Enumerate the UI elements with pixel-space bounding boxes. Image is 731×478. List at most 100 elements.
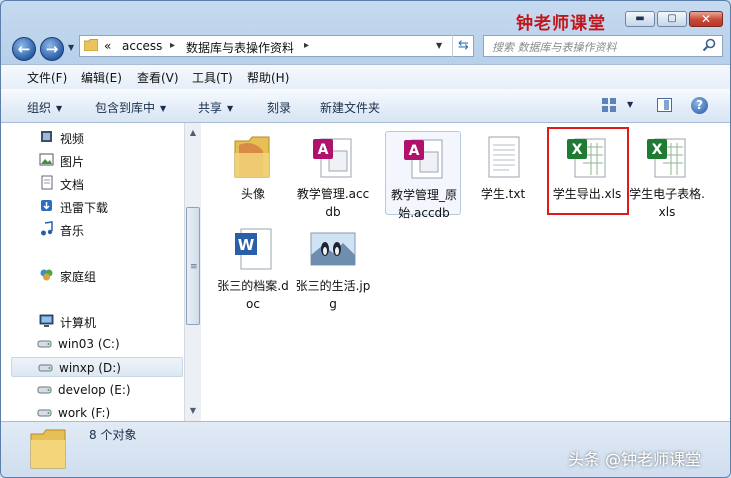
- arrow-right-icon: →: [45, 40, 59, 58]
- chevron-right-icon[interactable]: ▸: [170, 40, 175, 51]
- dropdown-arrow-icon: ▼: [160, 104, 167, 113]
- menu-file[interactable]: 文件(F): [27, 69, 67, 86]
- change-view-icon[interactable]: [601, 97, 617, 113]
- file-item[interactable]: A 教学管理_原始.accdb: [385, 131, 461, 220]
- scrollbar-thumb[interactable]: ≡: [186, 207, 200, 325]
- drive-icon: [37, 409, 52, 417]
- sidebar-item-label: work (F:): [58, 406, 111, 420]
- menu-help[interactable]: 帮助(H): [247, 69, 289, 86]
- search-icon[interactable]: [702, 38, 716, 52]
- share-button[interactable]: 共享 ▼: [198, 99, 233, 116]
- drive-icon: [37, 386, 52, 394]
- sidebar-item-label: winxp (D:): [59, 361, 121, 375]
- pictures-icon: [39, 153, 54, 166]
- scroll-down-icon[interactable]: ▼: [185, 403, 201, 419]
- sidebar-item[interactable]: 计算机: [9, 311, 181, 331]
- burn-button[interactable]: 刻录: [267, 99, 291, 116]
- sidebar-item-label: 视频: [60, 132, 85, 146]
- minimize-button[interactable]: ▬: [625, 11, 655, 27]
- explorer-window: 钟老师课堂 ▬ ▢ ✕ ← → ▼ « access ▸ 数据库与表操作资料 ▸…: [0, 0, 731, 478]
- sidebar-item[interactable]: winxp (D:): [11, 357, 183, 377]
- download-icon: [41, 200, 52, 211]
- file-name: 张三的档案.doc: [217, 279, 289, 311]
- menu-bar: 文件(F) 编辑(E) 查看(V) 工具(T) 帮助(H): [1, 64, 730, 90]
- svg-text:X: X: [652, 142, 663, 158]
- svg-text:A: A: [318, 142, 329, 158]
- navigation-scrollbar[interactable]: ▲ ≡ ▼: [184, 123, 201, 421]
- maximize-button[interactable]: ▢: [657, 11, 687, 27]
- drive-icon: [37, 340, 52, 348]
- address-dropdown-icon[interactable]: ▼: [436, 41, 442, 50]
- preview-pane-button[interactable]: [657, 98, 672, 112]
- sidebar-item[interactable]: 视频: [9, 127, 181, 147]
- address-bar[interactable]: « access ▸ 数据库与表操作资料 ▸ ▼: [79, 35, 474, 57]
- close-button[interactable]: ✕: [689, 11, 723, 27]
- music-icon: [41, 221, 53, 236]
- menu-view[interactable]: 查看(V): [137, 69, 179, 86]
- sidebar-item[interactable]: 音乐: [9, 219, 181, 239]
- sidebar-item[interactable]: work (F:): [11, 403, 183, 421]
- sidebar-item-label: 家庭组: [60, 270, 97, 284]
- breadcrumb-item-access[interactable]: access: [122, 39, 162, 53]
- organize-button[interactable]: 组织 ▼: [27, 99, 62, 116]
- sidebar-item[interactable]: 家庭组: [9, 265, 181, 285]
- sidebar-item-label: develop (E:): [58, 383, 131, 397]
- search-input[interactable]: 搜索 数据库与表操作资料: [483, 35, 723, 57]
- sidebar-item[interactable]: 文档: [9, 173, 181, 193]
- sidebar-item-label: 文档: [60, 178, 85, 192]
- highlight-box: [547, 127, 629, 215]
- file-name: 张三的生活.jpg: [295, 279, 371, 311]
- folder-file-icon: [234, 136, 270, 178]
- help-icon[interactable]: ?: [691, 97, 708, 114]
- image-file-icon: [310, 232, 356, 266]
- dropdown-arrow-icon: ▼: [227, 104, 234, 113]
- command-bar: 组织 ▼ 包含到库中 ▼ 共享 ▼ 刻录 新建文件夹: [1, 89, 730, 123]
- menu-edit[interactable]: 编辑(E): [81, 69, 122, 86]
- menu-tools[interactable]: 工具(T): [192, 69, 233, 86]
- file-item[interactable]: A 教学管理.accdb: [295, 131, 371, 219]
- sidebar-item-label: win03 (C:): [58, 337, 120, 351]
- search-placeholder: 搜索 数据库与表操作资料: [492, 41, 617, 54]
- access-file-icon: A: [313, 138, 352, 178]
- breadcrumb-item-current[interactable]: 数据库与表操作资料: [186, 39, 294, 56]
- sidebar-item-label: 迅雷下载: [60, 201, 109, 215]
- file-item[interactable]: 学生.txt: [465, 131, 541, 215]
- sidebar-item[interactable]: 迅雷下载: [9, 196, 181, 216]
- view-dropdown-icon[interactable]: ▼: [627, 100, 633, 109]
- chevron-right-icon[interactable]: ▸: [304, 40, 309, 51]
- sidebar-item-label: 图片: [60, 155, 85, 169]
- computer-icon: [39, 314, 54, 327]
- recent-pages-dropdown[interactable]: ▼: [68, 43, 74, 52]
- breadcrumb-overflow[interactable]: «: [104, 39, 111, 53]
- sidebar-item[interactable]: win03 (C:): [11, 334, 183, 354]
- sidebar-item[interactable]: develop (E:): [11, 380, 183, 400]
- refresh-icon: ⇆: [458, 38, 469, 53]
- file-list: 头像 A 教学管理.accdb A 教学管理_原始.accdb 学生.txt X 学生导出.x…: [201, 123, 730, 421]
- file-item[interactable]: 头像: [215, 131, 291, 215]
- forward-button[interactable]: →: [40, 37, 64, 61]
- sidebar-item[interactable]: 图片: [9, 150, 181, 170]
- sidebar-item-label: 音乐: [60, 224, 85, 238]
- new-folder-button[interactable]: 新建文件夹: [320, 99, 380, 116]
- text-file-icon: [488, 136, 520, 178]
- documents-icon: [41, 175, 53, 190]
- item-count: 8 个对象: [89, 428, 137, 442]
- sidebar-item-label: 计算机: [60, 316, 97, 330]
- navigation-pane: 视频图片文档迅雷下载音乐家庭组计算机 win03 (C:) winxp (D:) de…: [1, 123, 185, 421]
- homegroup-icon: [40, 269, 53, 281]
- refresh-button[interactable]: ⇆: [452, 35, 474, 57]
- excel-file-icon: X: [647, 138, 686, 178]
- brand-title: 钟老师课堂: [516, 14, 606, 34]
- folder-icon: [84, 39, 98, 51]
- file-name: 学生.txt: [480, 187, 526, 201]
- svg-text:A: A: [409, 143, 420, 159]
- file-item[interactable]: 张三的生活.jpg: [295, 223, 371, 311]
- file-item[interactable]: W 张三的档案.doc: [215, 223, 291, 311]
- file-item[interactable]: X 学生电子表格.xls: [629, 131, 705, 219]
- video-icon: [41, 131, 52, 142]
- arrow-left-icon: ←: [17, 40, 31, 58]
- include-in-library-button[interactable]: 包含到库中 ▼: [95, 99, 166, 116]
- back-button[interactable]: ←: [12, 37, 36, 61]
- file-name: 学生电子表格.xls: [629, 187, 705, 219]
- scroll-up-icon[interactable]: ▲: [185, 125, 201, 141]
